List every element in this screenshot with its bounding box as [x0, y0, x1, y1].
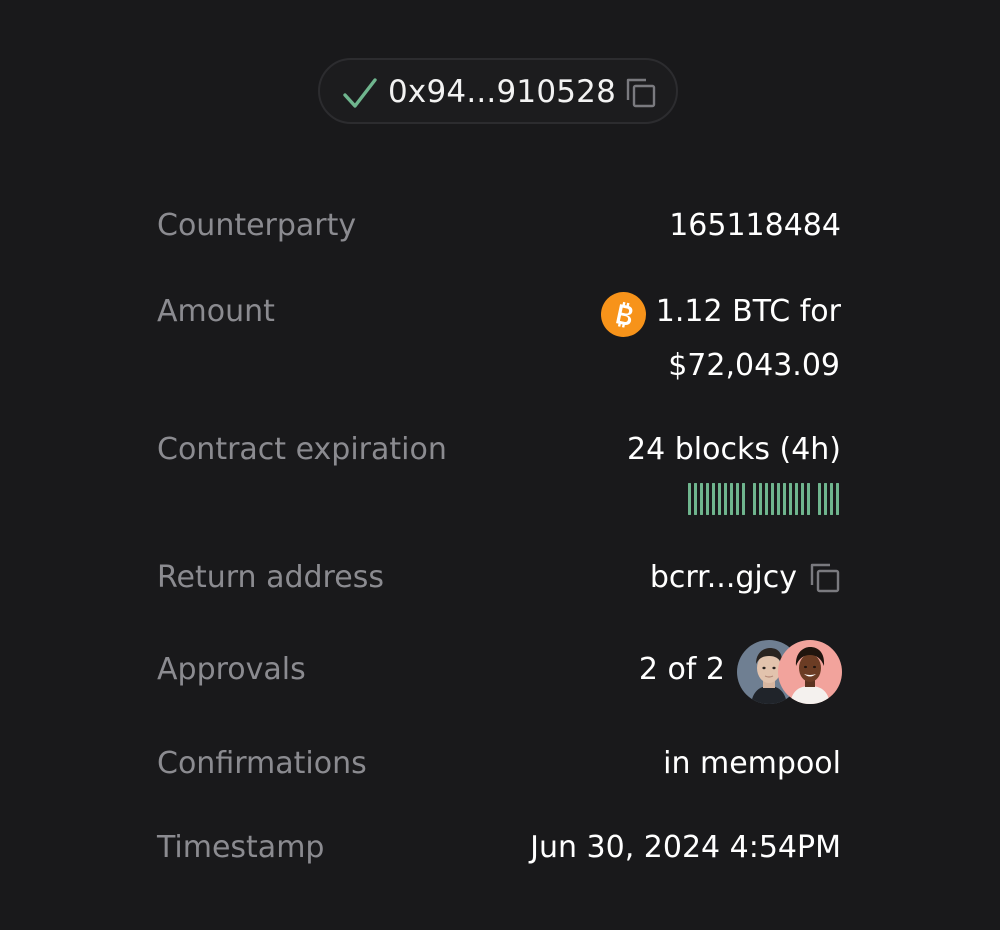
amount-btc: 1.12 BTC for: [655, 294, 841, 329]
block-tick: [759, 483, 762, 515]
blocks-remaining-bar: [688, 483, 839, 515]
block-tick: [694, 483, 697, 515]
block-tick: [771, 483, 774, 515]
block-tick: [795, 483, 798, 515]
block-tick: [801, 483, 804, 515]
block-tick: [777, 483, 780, 515]
block-tick: [742, 483, 745, 515]
block-tick: [724, 483, 727, 515]
block-tick: [818, 483, 821, 515]
transaction-hash-pill: 0x94...910528: [318, 58, 678, 124]
block-tick: [824, 483, 827, 515]
copy-icon[interactable]: [624, 76, 658, 110]
timestamp-value: Jun 30, 2024 4:54PM: [530, 830, 841, 865]
block-tick: [712, 483, 715, 515]
block-tick: [753, 483, 756, 515]
bitcoin-icon: [601, 292, 646, 337]
approver-avatar-2[interactable]: [778, 640, 842, 704]
block-tick: [807, 483, 810, 515]
block-tick: [730, 483, 733, 515]
amount-label: Amount: [157, 294, 275, 329]
block-tick: [830, 483, 833, 515]
block-tick: [688, 483, 691, 515]
return-address-label: Return address: [157, 560, 384, 595]
contract-expiration-value: 24 blocks (4h): [627, 432, 841, 467]
contract-expiration-label: Contract expiration: [157, 432, 447, 467]
block-tick: [718, 483, 721, 515]
block-tick: [789, 483, 792, 515]
approvals-value: 2 of 2: [638, 652, 725, 687]
check-icon: [343, 78, 377, 108]
block-tick: [706, 483, 709, 515]
return-address-value: bcrr...gjcy: [649, 560, 797, 595]
timestamp-label: Timestamp: [157, 830, 325, 865]
block-tick: [736, 483, 739, 515]
copy-icon[interactable]: [808, 561, 842, 595]
confirmations-label: Confirmations: [157, 746, 367, 781]
block-tick: [783, 483, 786, 515]
block-tick: [836, 483, 839, 515]
approvals-label: Approvals: [157, 652, 306, 687]
counterparty-label: Counterparty: [157, 208, 357, 243]
amount-usd: $72,043.09: [668, 348, 840, 383]
block-tick: [700, 483, 703, 515]
block-tick: [765, 483, 768, 515]
transaction-hash: 0x94...910528: [388, 74, 617, 110]
confirmations-value: in mempool: [663, 746, 841, 781]
counterparty-value: 165118484: [669, 208, 841, 243]
